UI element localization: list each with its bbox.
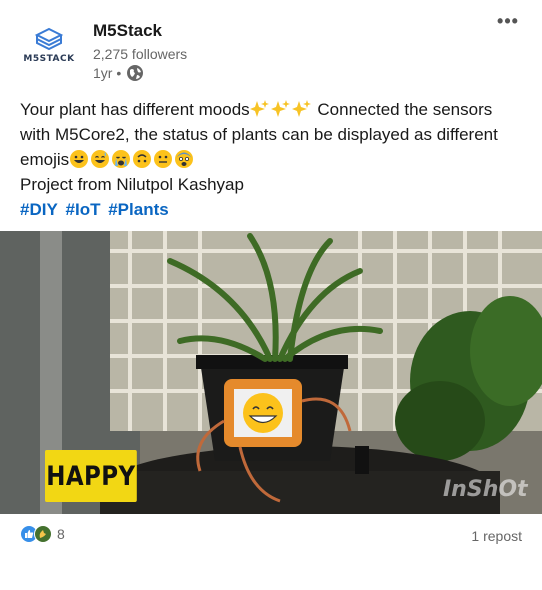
feed-post: M5STACK M5Stack 2,275 followers 1yr • ••… — [0, 0, 542, 590]
social-counts: 8 1 repost — [0, 515, 542, 560]
author-name[interactable]: M5Stack — [93, 21, 162, 41]
sparkles-emoji-icon — [291, 100, 311, 117]
reactions-summary[interactable]: 8 — [20, 525, 65, 543]
crying-face-emoji-icon — [112, 150, 131, 168]
hashtag-link[interactable]: #Plants — [108, 200, 168, 219]
post-text-line: emojis — [20, 147, 525, 172]
hashtag-link[interactable]: #IoT — [66, 200, 101, 219]
upside-down-face-emoji-icon — [133, 150, 152, 168]
post-time: 1yr • — [93, 65, 122, 81]
post-text-line: Your plant has different moods Connected… — [20, 100, 493, 119]
reaction-count: 8 — [57, 526, 65, 542]
post-text-line: with M5Core2, the status of plants can b… — [20, 125, 498, 144]
mood-label-badge: HAPPY — [45, 450, 137, 502]
sparkles-emoji-icon — [270, 100, 290, 117]
logo-wordmark: M5STACK — [23, 53, 75, 64]
post-text-line: Project from Nilutpol Kashyap — [20, 175, 244, 194]
neutral-face-emoji-icon — [154, 150, 173, 168]
sparkles-emoji-icon — [249, 100, 269, 117]
company-logo[interactable]: M5STACK — [20, 20, 78, 70]
post-header: M5STACK M5Stack 2,275 followers 1yr • ••… — [0, 0, 542, 90]
grinning-face-emoji-icon — [70, 150, 89, 168]
m5stack-cube-icon — [34, 27, 64, 50]
hashtag-link[interactable]: #DIY — [20, 200, 58, 219]
grinning-sweat-emoji-icon — [91, 150, 110, 168]
celebrate-reaction-icon — [34, 525, 52, 543]
follower-count: 2,275 followers — [93, 46, 188, 62]
post-meta: 1yr • — [93, 64, 144, 82]
repost-count[interactable]: 1 repost — [471, 528, 522, 544]
post-text: Your plant has different moods Connected… — [20, 97, 525, 222]
post-video[interactable]: HAPPY InShOt — [0, 231, 542, 514]
video-watermark: InShOt — [443, 477, 528, 502]
fearful-face-emoji-icon — [175, 150, 194, 168]
hashtag-list: #DIY #IoT #Plants — [20, 197, 525, 222]
more-options-icon[interactable]: ••• — [496, 12, 520, 34]
globe-icon — [127, 65, 144, 81]
